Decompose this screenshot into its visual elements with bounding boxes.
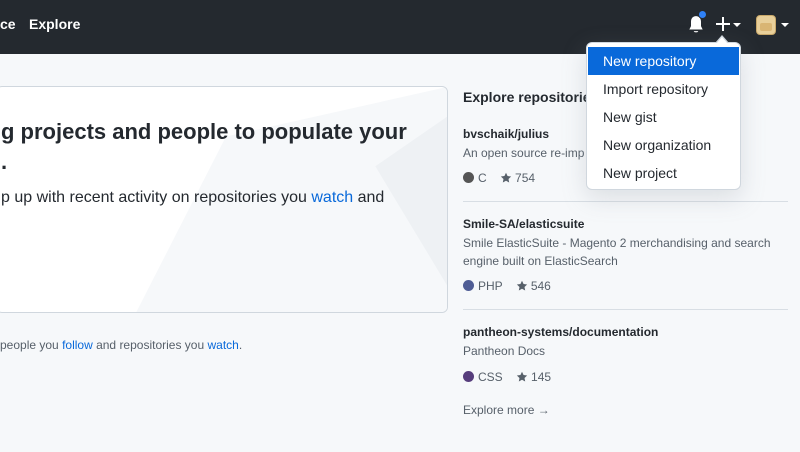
chevron-down-icon [733, 23, 741, 27]
menu-item-new-gist[interactable]: New gist [588, 103, 739, 131]
repo-name-link[interactable]: Smile-SA/elasticsuite [463, 216, 788, 232]
watch-link[interactable]: watch [311, 189, 353, 206]
language-color-icon [463, 280, 474, 291]
nav-link-explore[interactable]: Explore [29, 16, 80, 32]
star-count[interactable]: 145 [531, 370, 551, 384]
star-icon [500, 172, 512, 183]
star-icon [516, 280, 527, 291]
empty-state-description: p up with recent activity on repositorie… [1, 189, 385, 206]
menu-item-new-organization[interactable]: New organization [588, 131, 739, 159]
notification-indicator-icon [698, 10, 707, 19]
repo-card: Smile-SA/elasticsuite Smile ElasticSuite… [463, 216, 788, 293]
plus-icon [716, 17, 730, 31]
create-new-dropdown-menu: New repository Import repository New gis… [586, 35, 741, 190]
repo-language: C [478, 171, 487, 185]
explore-more-link[interactable]: Explore more → [463, 403, 550, 417]
menu-item-import-repository[interactable]: Import repository [588, 75, 739, 103]
divider [463, 201, 788, 202]
repo-language: PHP [478, 279, 503, 293]
follow-link[interactable]: follow [62, 338, 93, 352]
chevron-down-icon [781, 23, 789, 27]
divider [463, 309, 788, 310]
dashboard-empty-state-card: g projects and people to populate your .… [0, 86, 448, 313]
star-count[interactable]: 546 [531, 279, 551, 293]
star-icon [516, 371, 528, 382]
user-menu-button[interactable] [756, 14, 792, 36]
repo-meta: CSS 145 [463, 370, 551, 384]
create-new-button[interactable] [716, 14, 744, 36]
repo-language: CSS [478, 370, 503, 384]
explore-repositories-heading: Explore repositorie [463, 89, 591, 105]
repo-meta: C 754 [463, 171, 535, 185]
repo-card: pantheon-systems/documentation Pantheon … [463, 324, 788, 384]
watch-link[interactable]: watch [207, 338, 238, 352]
nav-link-marketplace[interactable]: ce [0, 16, 16, 32]
repo-name-link[interactable]: pantheon-systems/documentation [463, 324, 788, 340]
repo-description: Pantheon Docs [463, 344, 546, 358]
feed-help-text: people you follow and repositories you w… [0, 338, 243, 352]
repo-description: Smile ElasticSuite - Magento 2 merchandi… [463, 236, 771, 268]
menu-item-new-repository[interactable]: New repository [588, 47, 739, 75]
repo-meta: PHP 546 [463, 279, 551, 293]
star-count[interactable]: 754 [515, 171, 535, 185]
language-color-icon [463, 371, 474, 382]
menu-item-new-project[interactable]: New project [588, 159, 739, 187]
empty-state-heading: g projects and people to populate your . [1, 119, 407, 174]
avatar [756, 15, 776, 35]
language-color-icon [463, 172, 474, 183]
